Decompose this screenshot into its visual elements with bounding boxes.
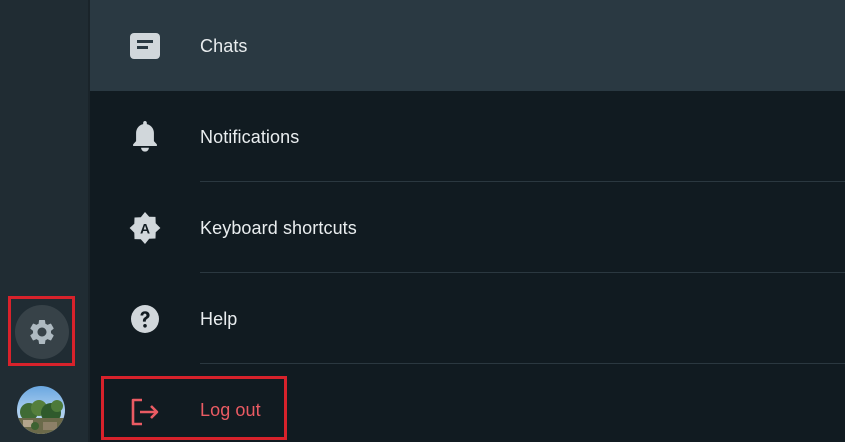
help-icon bbox=[128, 302, 162, 336]
settings-highlight-box bbox=[8, 296, 75, 366]
menu-item-label: Help bbox=[200, 309, 238, 329]
logout-highlight-box bbox=[101, 376, 287, 440]
avatar-image bbox=[17, 386, 65, 434]
left-rail bbox=[0, 0, 88, 442]
menu-item-label: Keyboard shortcuts bbox=[200, 218, 357, 238]
keyboard-shortcuts-icon: A bbox=[128, 211, 162, 245]
settings-button[interactable] bbox=[15, 305, 69, 359]
menu-item-label: Chats bbox=[200, 36, 248, 56]
menu-item-label: Notifications bbox=[200, 127, 300, 147]
menu-item-chats[interactable]: Chats bbox=[90, 0, 845, 91]
svg-text:A: A bbox=[140, 221, 150, 237]
menu-item-help[interactable]: Help bbox=[90, 273, 845, 364]
profile-avatar[interactable] bbox=[17, 386, 65, 434]
chats-icon bbox=[128, 29, 162, 63]
menu-item-notifications[interactable]: Notifications bbox=[90, 91, 845, 182]
app-window: Chats Notifications A Keyboard shortcuts bbox=[0, 0, 845, 442]
bell-icon bbox=[128, 120, 162, 154]
gear-icon bbox=[30, 320, 54, 344]
menu-item-keyboard-shortcuts[interactable]: A Keyboard shortcuts bbox=[90, 182, 845, 273]
